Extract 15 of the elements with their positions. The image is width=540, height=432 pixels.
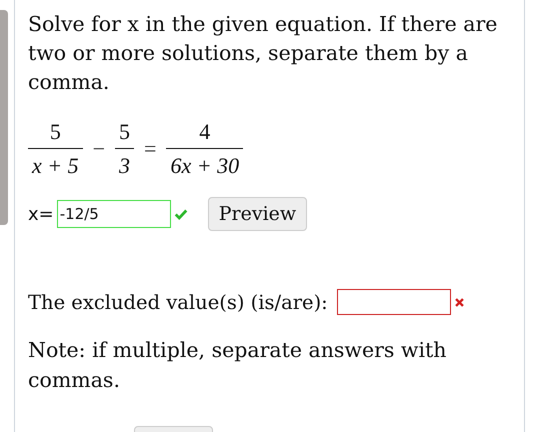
note-text: Note: if multiple, separate answers with commas. (28, 337, 448, 394)
preview-button[interactable]: Preview (208, 197, 308, 231)
answer-label: x= (28, 204, 54, 224)
question-text: Solve for x in the given equation. If there are two or more solutions, separate them by a comma. (28, 11, 498, 96)
answer-field[interactable]: -12/5 (56, 200, 171, 228)
excluded-values-field[interactable] (336, 289, 451, 315)
math-operator: = (144, 136, 156, 162)
fraction: 5 3 (115, 119, 134, 179)
math-operator: − (92, 136, 106, 162)
cross-icon (454, 296, 465, 308)
excluded-values-label: The excluded value(s) (is/are): (28, 290, 328, 314)
scrollbar-thumb[interactable] (0, 10, 8, 225)
fraction: 5 x + 5 (28, 119, 83, 179)
checkmark-icon (174, 207, 188, 221)
fraction: 4 6x + 30 (166, 119, 244, 179)
